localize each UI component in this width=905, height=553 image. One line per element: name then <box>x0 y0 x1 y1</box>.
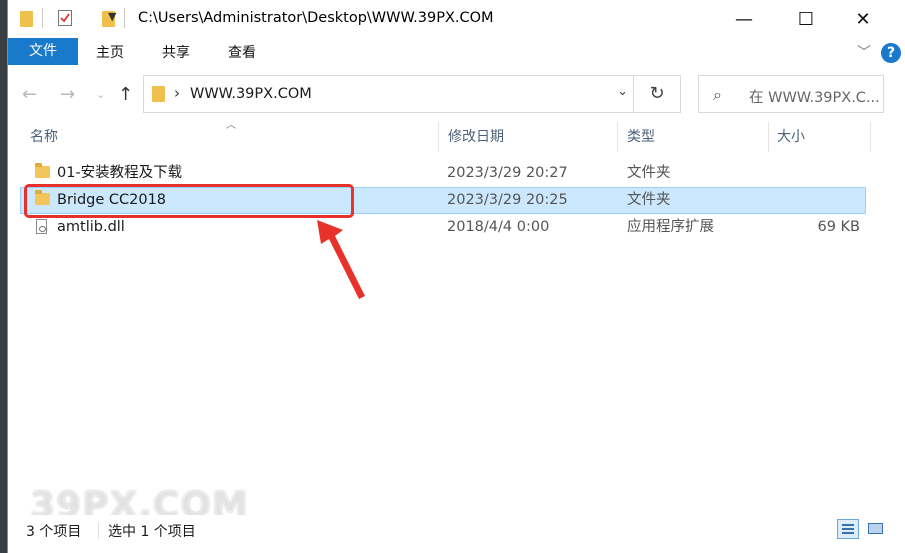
minimize-button[interactable]: — <box>721 6 767 34</box>
search-box[interactable]: ⌕ 在 WWW.39PX.C... <box>698 75 884 113</box>
help-button[interactable]: ? <box>881 43 901 63</box>
column-divider[interactable] <box>617 122 618 152</box>
address-text[interactable]: WWW.39PX.COM <box>190 86 312 102</box>
explorer-window: ▼ C:\Users\Administrator\Desktop\WWW.39P… <box>8 0 905 553</box>
divider <box>124 8 125 28</box>
file-date: 2023/3/29 20:25 <box>447 192 568 208</box>
file-row[interactable]: amtlib.dll 2018/4/4 0:00 应用程序扩展 69 KB <box>20 214 866 241</box>
details-view-button[interactable] <box>837 519 859 539</box>
annotation-arrow-icon <box>317 220 365 299</box>
tab-view[interactable]: 查看 <box>218 42 266 64</box>
tab-file[interactable]: 文件 <box>8 38 78 65</box>
folder-icon <box>20 11 33 27</box>
maximize-button[interactable]: ☐ <box>783 6 829 34</box>
file-row[interactable]: 01-安装教程及下载 2023/3/29 20:27 文件夹 <box>20 160 866 187</box>
chevron-down-icon[interactable]: ▼ <box>108 10 116 28</box>
column-name[interactable]: 名称 <box>30 122 58 152</box>
column-size[interactable]: 大小 <box>777 122 805 152</box>
properties-icon[interactable] <box>58 10 72 26</box>
file-date: 2023/3/29 20:27 <box>447 165 568 181</box>
ribbon-tabs: 文件 主页 共享 查看 ﹀ ? <box>8 38 905 68</box>
column-divider[interactable] <box>870 122 871 152</box>
title-path: C:\Users\Administrator\Desktop\WWW.39PX.… <box>138 10 494 26</box>
column-divider[interactable] <box>438 122 439 152</box>
folder-icon <box>35 163 50 178</box>
column-type[interactable]: 类型 <box>627 122 655 152</box>
refresh-button[interactable]: ↻ <box>633 76 680 112</box>
file-type: 应用程序扩展 <box>627 219 714 235</box>
close-button[interactable]: ✕ <box>840 6 886 34</box>
back-arrow-icon[interactable]: ← <box>22 84 37 105</box>
large-icons-view-button[interactable] <box>865 519 887 539</box>
column-divider[interactable] <box>768 122 769 152</box>
file-type: 文件夹 <box>627 192 671 208</box>
file-size: 69 KB <box>817 219 860 235</box>
expand-ribbon-icon[interactable]: ﹀ <box>857 42 871 62</box>
chevron-down-icon[interactable]: ⌄ <box>617 84 628 99</box>
search-icon: ⌕ <box>713 85 722 104</box>
breadcrumb-chevron-icon[interactable]: › <box>174 84 180 102</box>
divider <box>42 8 43 28</box>
address-bar[interactable]: › WWW.39PX.COM ⌄ ↻ <box>143 75 681 113</box>
tab-home[interactable]: 主页 <box>86 42 134 64</box>
navigation-bar: ← → ⌄ ↑ › WWW.39PX.COM ⌄ ↻ ⌕ 在 WWW.39PX.… <box>8 68 905 122</box>
selected-count: 选中 1 个项目 <box>108 524 196 540</box>
file-date: 2018/4/4 0:00 <box>447 219 550 235</box>
item-count: 3 个项目 <box>26 524 82 540</box>
file-name[interactable]: amtlib.dll <box>57 214 125 241</box>
column-headers: ︿ 名称 修改日期 类型 大小 <box>8 120 905 152</box>
tab-share[interactable]: 共享 <box>152 42 200 64</box>
title-bar: ▼ C:\Users\Administrator\Desktop\WWW.39P… <box>8 0 905 38</box>
status-bar: 3 个项目 选中 1 个项目 <box>8 515 905 545</box>
file-name[interactable]: 01-安装教程及下载 <box>57 160 182 187</box>
file-type: 文件夹 <box>627 165 671 181</box>
dll-file-icon <box>36 219 47 234</box>
folder-icon <box>152 86 165 102</box>
up-arrow-icon[interactable]: ↑ <box>118 84 133 105</box>
sort-ascending-icon: ︿ <box>226 120 236 131</box>
search-input[interactable]: 在 WWW.39PX.C... <box>749 86 880 107</box>
column-date[interactable]: 修改日期 <box>448 122 504 152</box>
recent-locations-icon[interactable]: ⌄ <box>96 88 105 101</box>
forward-arrow-icon[interactable]: → <box>60 84 75 105</box>
divider <box>98 523 99 539</box>
